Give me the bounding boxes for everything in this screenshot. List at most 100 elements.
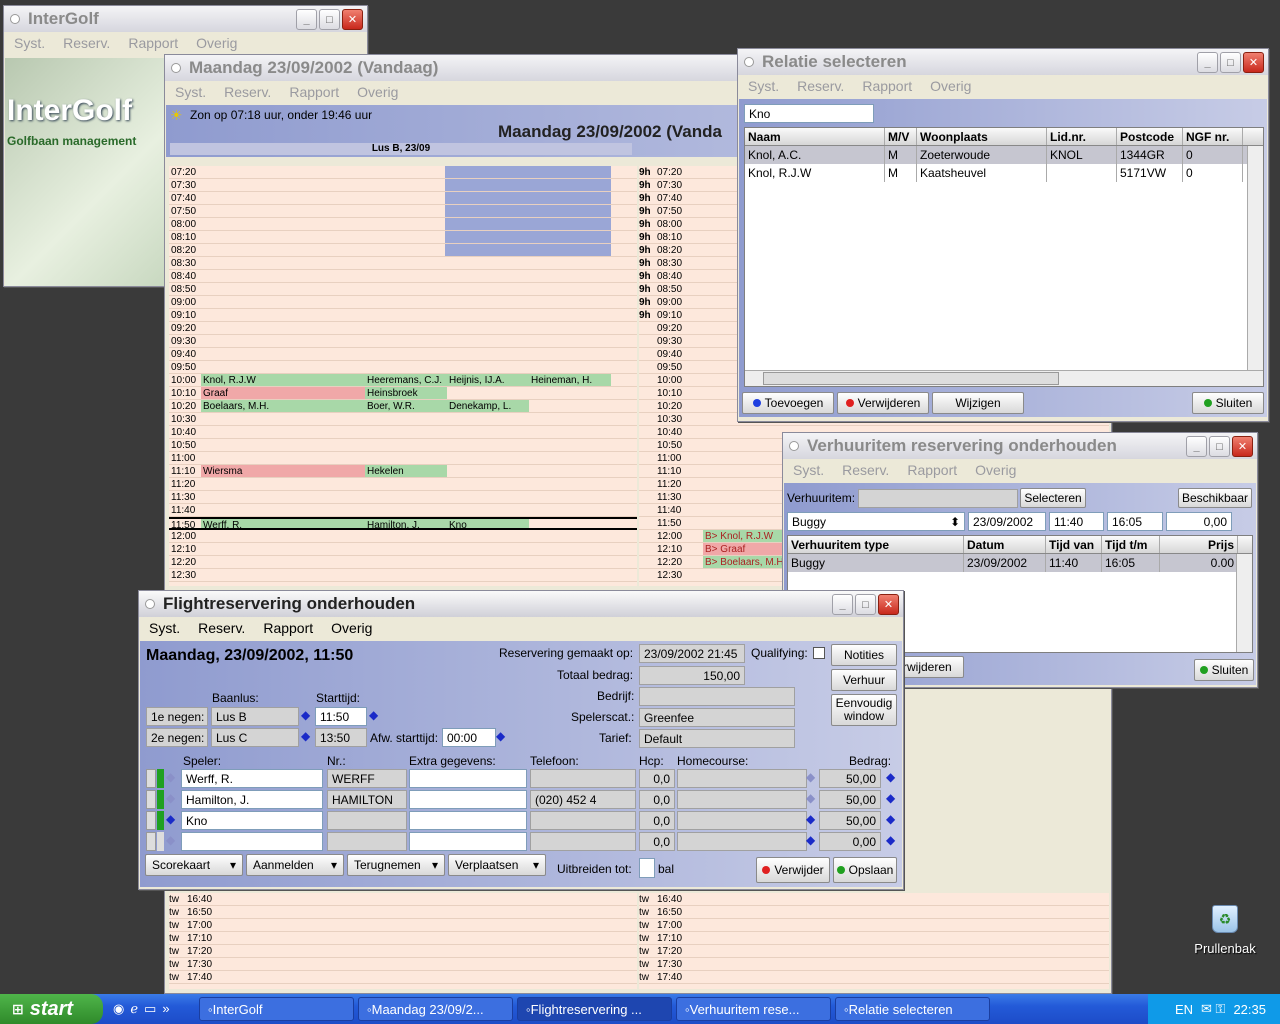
booking-cell[interactable]: Boelaars, M.H. bbox=[201, 400, 365, 412]
diamond-icon[interactable]: ◆ bbox=[301, 729, 310, 743]
menu-item[interactable]: Reserv. bbox=[198, 620, 245, 636]
diamond-icon[interactable]: ◆ bbox=[806, 833, 815, 847]
schedule-row[interactable]: tw 16:40 bbox=[639, 893, 1109, 906]
player-field[interactable] bbox=[677, 769, 807, 788]
simple-window-button[interactable]: Eenvoudig window bbox=[831, 694, 897, 726]
date-field[interactable]: 23/09/2002 bbox=[968, 512, 1046, 531]
player-field[interactable] bbox=[677, 811, 807, 830]
schedule-row[interactable]: 11:30 bbox=[169, 491, 637, 504]
column-header[interactable]: Tijd t/m bbox=[1102, 536, 1160, 553]
player-field[interactable]: WERFF bbox=[327, 769, 407, 788]
booking-cell[interactable]: Heinsbroek bbox=[365, 387, 447, 399]
booking-cell[interactable] bbox=[529, 465, 611, 477]
schedule-row[interactable]: 11:20 bbox=[169, 478, 637, 491]
close-relatie-button[interactable]: Sluiten bbox=[1192, 392, 1264, 414]
player-field[interactable] bbox=[530, 832, 636, 851]
minimize-button[interactable]: _ bbox=[296, 9, 317, 30]
booking-cell[interactable]: Heijnis, IJ.A. bbox=[447, 374, 529, 386]
schedule-row[interactable]: tw 17:40 bbox=[169, 971, 637, 984]
menu-item[interactable]: Reserv. bbox=[224, 84, 271, 100]
schedule-row[interactable]: 11:00 bbox=[169, 452, 637, 465]
column-header[interactable]: NGF nr. bbox=[1183, 128, 1243, 145]
schedule-row[interactable]: 12:00 bbox=[169, 530, 637, 543]
column-header[interactable]: Datum bbox=[964, 536, 1046, 553]
diamond-icon[interactable]: ◆ bbox=[886, 812, 895, 826]
player-field[interactable]: (020) 452 4 bbox=[530, 790, 636, 809]
booking-cell[interactable] bbox=[529, 400, 611, 412]
player-field[interactable] bbox=[530, 769, 636, 788]
company-field[interactable] bbox=[639, 687, 795, 706]
booking-cell[interactable]: Kno bbox=[447, 519, 529, 528]
second-lus-select[interactable]: Lus C bbox=[211, 728, 299, 747]
menu-item[interactable]: Syst. bbox=[14, 35, 45, 51]
menu-item[interactable]: Rapport bbox=[128, 35, 178, 51]
diamond-icon[interactable]: ◆ bbox=[301, 708, 310, 722]
task-button[interactable]: ◦ Verhuuritem rese... bbox=[676, 997, 831, 1021]
delete-button[interactable]: Verwijder bbox=[756, 857, 830, 883]
edit-button[interactable]: Wijzigen bbox=[932, 392, 1024, 414]
task-button[interactable]: ◦ Flightreservering ... bbox=[517, 997, 672, 1021]
schedule-row[interactable]: 10:40 bbox=[169, 426, 637, 439]
player-field[interactable]: 50,00 bbox=[819, 769, 881, 788]
table-row[interactable]: Knol, A.C. M Zoeterwoude KNOL 1344GR 0 bbox=[745, 146, 1263, 164]
extend-field[interactable] bbox=[639, 858, 655, 878]
vertical-scrollbar[interactable] bbox=[1236, 554, 1252, 652]
diamond-icon[interactable]: ◆ bbox=[886, 791, 895, 805]
qualifying-checkbox[interactable] bbox=[813, 647, 825, 659]
booking-cell[interactable]: Heineman, H. bbox=[529, 374, 611, 386]
minimize-button[interactable]: _ bbox=[1197, 52, 1218, 73]
desktop-icon[interactable]: ▭ bbox=[144, 1001, 156, 1017]
diamond-icon[interactable]: ◆ bbox=[166, 791, 175, 805]
column-header[interactable]: Tijd van bbox=[1046, 536, 1102, 553]
menu-item[interactable]: Overig bbox=[357, 84, 398, 100]
schedule-row[interactable]: 10:30 bbox=[169, 413, 637, 426]
item-field[interactable] bbox=[858, 489, 1018, 508]
action-dropdown[interactable]: Verplaatsen ▾ bbox=[448, 854, 546, 876]
diamond-icon[interactable]: ◆ bbox=[806, 791, 815, 805]
minimize-button[interactable]: _ bbox=[832, 594, 853, 615]
column-header[interactable]: Woonplaats bbox=[917, 128, 1047, 145]
booking-cell[interactable]: Knol, R.J.W bbox=[201, 374, 365, 386]
booking-cell[interactable]: Boer, W.R. bbox=[365, 400, 447, 412]
menu-item[interactable]: Rapport bbox=[289, 84, 339, 100]
minimize-button[interactable]: _ bbox=[1186, 436, 1207, 457]
diamond-icon[interactable]: ◆ bbox=[166, 812, 175, 826]
diamond-icon[interactable]: ◆ bbox=[166, 833, 175, 847]
menu-item[interactable]: Reserv. bbox=[842, 462, 889, 478]
table-row[interactable]: Knol, R.J.W M Kaatsheuvel 5171VW 0 bbox=[745, 164, 1263, 182]
tarief-field[interactable]: Default bbox=[639, 729, 795, 748]
schedule-row[interactable]: tw 17:20 bbox=[169, 945, 637, 958]
diamond-icon[interactable]: ◆ bbox=[806, 812, 815, 826]
player-field[interactable]: 50,00 bbox=[819, 790, 881, 809]
player-field[interactable] bbox=[327, 811, 407, 830]
diamond-icon[interactable]: ◆ bbox=[886, 833, 895, 847]
intergolf-titlebar[interactable]: InterGolf _ □ ✕ bbox=[4, 6, 367, 32]
schedule-bottom-right[interactable]: tw 16:40 tw 16:50 tw 17:00 tw 17:10 tw 17:20 tw 17:… bbox=[639, 893, 1109, 989]
close-button[interactable]: ✕ bbox=[1232, 436, 1253, 457]
close-verhuur-button[interactable]: Sluiten bbox=[1194, 659, 1254, 681]
player-field[interactable] bbox=[409, 769, 527, 788]
schedule-row[interactable]: tw 17:30 bbox=[639, 958, 1109, 971]
schedule-row[interactable]: 10:20 Boelaars, M.H. Boer, W.R. Denekamp, L… bbox=[169, 400, 637, 413]
remove-button[interactable]: Verwijderen bbox=[837, 392, 929, 414]
menu-item[interactable]: Syst. bbox=[793, 462, 824, 478]
relatie-titlebar[interactable]: Relatie selecteren _ □ ✕ bbox=[738, 49, 1268, 75]
diamond-icon[interactable]: ◆ bbox=[806, 770, 815, 784]
flight-titlebar[interactable]: Flightreservering onderhouden _ □ ✕ bbox=[139, 591, 903, 617]
player-field[interactable] bbox=[409, 811, 527, 830]
maximize-button[interactable]: □ bbox=[1209, 436, 1230, 457]
player-field[interactable]: Kno bbox=[181, 811, 323, 830]
schedule-bottom-left[interactable]: tw 16:40 tw 16:50 tw 17:00 tw 17:10 tw 17:20 tw 17:… bbox=[169, 893, 637, 989]
schedule-row[interactable]: 09:30 bbox=[169, 335, 637, 348]
relatie-search-input[interactable]: Kno bbox=[744, 104, 874, 123]
schedule-row[interactable]: 08:30 bbox=[169, 257, 637, 270]
schedule-row[interactable]: 11:50 Werff, R. Hamilton, J. Kno bbox=[169, 517, 637, 531]
diamond-icon[interactable]: ◆ bbox=[496, 729, 505, 743]
player-field[interactable]: Hamilton, J. bbox=[181, 790, 323, 809]
menu-item[interactable]: Rapport bbox=[862, 78, 912, 94]
schedule-row[interactable]: tw 17:20 bbox=[639, 945, 1109, 958]
schedule-row[interactable]: tw 17:40 bbox=[639, 971, 1109, 984]
player-field[interactable]: 0,0 bbox=[639, 832, 675, 851]
schedule-row[interactable]: tw 17:30 bbox=[169, 958, 637, 971]
task-button[interactable]: ◦ InterGolf bbox=[199, 997, 354, 1021]
